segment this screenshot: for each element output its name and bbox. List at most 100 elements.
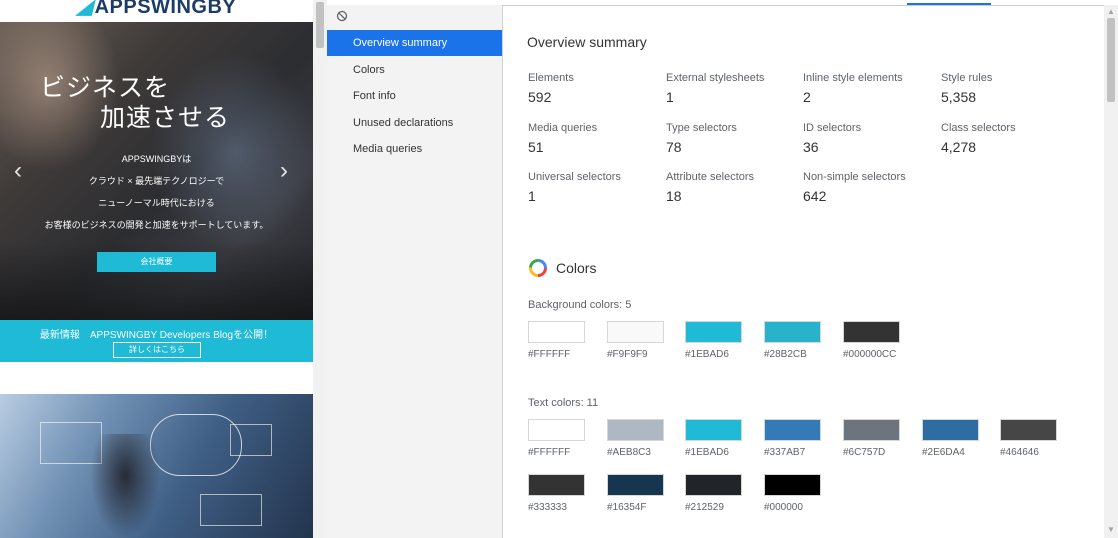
news-text: 最新情報 APPSWINGBY Developers Blogを公開！ (39, 330, 274, 341)
text-colors-label: Text colors: 11 (528, 397, 599, 409)
background-colors-label: Background colors: 5 (528, 299, 632, 311)
color-swatch[interactable] (528, 419, 585, 441)
color-swatch-label: #464646 (1000, 447, 1039, 458)
clear-circle-icon[interactable] (336, 10, 348, 22)
hero-description-line: ニューノーマル時代における (98, 198, 215, 208)
color-swatch[interactable] (685, 419, 742, 441)
stat-value: 5,358 (941, 89, 977, 105)
scroll-up-icon[interactable]: ▲ (1106, 8, 1116, 16)
color-swatch-label: #FFFFFF (528, 447, 571, 458)
overview-summary-title: Overview summary (527, 34, 647, 50)
color-swatch-label: #1EBAD6 (685, 447, 729, 458)
stat-label: Style rules (941, 72, 993, 84)
company-overview-button[interactable]: 会社概要 (97, 252, 216, 272)
color-swatch-label: #16354F (607, 502, 647, 513)
color-swatch[interactable] (843, 321, 900, 343)
stat-value: 36 (803, 139, 819, 155)
color-wheel-icon (529, 259, 547, 277)
color-swatch[interactable] (1000, 419, 1057, 441)
stat-value: 642 (803, 188, 827, 204)
color-swatch-label: #28B2CB (764, 349, 807, 360)
stat-elements: Elements 592 (528, 72, 663, 105)
stat-label: ID selectors (803, 122, 862, 134)
color-swatch[interactable] (607, 474, 664, 496)
diagram-node (200, 494, 262, 526)
stat-value: 51 (528, 139, 544, 155)
stat-label: Elements (528, 72, 574, 84)
color-swatch-label: #333333 (528, 502, 567, 513)
color-swatch-label: #AEB8C3 (607, 447, 651, 458)
stat-attribute-selectors: Attribute selectors 18 (666, 171, 801, 204)
color-swatch[interactable] (528, 474, 585, 496)
stat-value: 1 (666, 89, 674, 105)
panel-scrollbar-thumb[interactable] (1107, 18, 1115, 102)
color-swatch[interactable] (764, 419, 821, 441)
color-swatch-label: #1EBAD6 (685, 349, 729, 360)
color-swatch-label: #000000 (764, 502, 803, 513)
color-swatch[interactable] (685, 321, 742, 343)
color-swatch[interactable] (922, 419, 979, 441)
stat-value: 2 (803, 89, 811, 105)
stat-value: 1 (528, 188, 536, 204)
hero-banner: ビジネスを 加速させる APPSWINGBYは クラウド × 最先端テクノロジー… (0, 22, 313, 320)
news-details-button[interactable]: 詳しくはこちら (113, 342, 201, 358)
sidebar-item-overview-summary[interactable]: Overview summary (327, 30, 502, 56)
colors-section-title: Colors (556, 260, 597, 276)
chevron-right-icon[interactable]: › (280, 159, 298, 183)
color-swatch[interactable] (528, 321, 585, 343)
diagram-node (230, 424, 272, 456)
hero-heading-line2: 加速させる (100, 104, 231, 132)
color-swatch-label: #2E6DA4 (922, 447, 965, 458)
stat-external-stylesheets: External stylesheets 1 (666, 72, 801, 105)
stat-value: 18 (666, 188, 682, 204)
hero-description-line: APPSWINGBYは (121, 154, 192, 164)
site-header: ◢ APPSWINGBY (0, 0, 313, 22)
stat-universal-selectors: Universal selectors 1 (528, 171, 663, 204)
hand-image (90, 434, 160, 538)
stat-non-simple-selectors: Non-simple selectors 642 (803, 171, 938, 204)
stat-label: Attribute selectors (666, 171, 755, 183)
website-scrollbar-thumb[interactable] (316, 2, 324, 48)
color-swatch-label: #FFFFFF (528, 349, 571, 360)
news-bar: 最新情報 APPSWINGBY Developers Blogを公開！ 詳しくは… (0, 320, 313, 362)
stat-label: Universal selectors (528, 171, 621, 183)
stat-media-queries: Media queries 51 (528, 122, 663, 155)
site-logo[interactable]: ◢ APPSWINGBY (0, 0, 313, 19)
color-swatch[interactable] (685, 474, 742, 496)
color-swatch-label: #337AB7 (764, 447, 806, 458)
stat-class-selectors: Class selectors 4,278 (941, 122, 1076, 155)
color-swatch[interactable] (764, 321, 821, 343)
sidebar-item-colors[interactable]: Colors (327, 57, 502, 83)
active-tab-indicator (907, 3, 991, 5)
cloud-diagram-shape (150, 414, 242, 476)
color-swatch-label: #000000CC (843, 349, 897, 360)
stat-value: 78 (666, 139, 682, 155)
stat-type-selectors: Type selectors 78 (666, 122, 801, 155)
stat-value: 4,278 (941, 139, 977, 155)
color-swatch[interactable] (607, 321, 664, 343)
website-scrollbar[interactable] (313, 0, 327, 538)
sidebar-item-unused-declarations[interactable]: Unused declarations (327, 110, 502, 136)
color-swatch[interactable] (607, 419, 664, 441)
stat-value: 592 (528, 89, 552, 105)
color-swatch-label: #6C757D (843, 447, 886, 458)
stat-inline-style-elements: Inline style elements 2 (803, 72, 938, 105)
stat-label: Inline style elements (803, 72, 903, 84)
scroll-down-icon[interactable]: ▼ (1106, 526, 1116, 534)
color-swatch-label: #212529 (685, 502, 724, 513)
stat-label: External stylesheets (666, 72, 765, 84)
website-preview: ◢ APPSWINGBY ビジネスを 加速させる APPSWINGBYは クラウド… (0, 0, 313, 538)
cloud-technology-image (0, 394, 313, 538)
color-swatch[interactable] (764, 474, 821, 496)
hero-description: APPSWINGBYは クラウド × 最先端テクノロジーで ニューノーマル時代に… (30, 148, 283, 236)
stat-label: Type selectors (666, 122, 737, 134)
chevron-left-icon[interactable]: ‹ (14, 159, 32, 183)
stat-style-rules: Style rules 5,358 (941, 72, 1076, 105)
sidebar-item-font-info[interactable]: Font info (327, 83, 502, 109)
stat-id-selectors: ID selectors 36 (803, 122, 938, 155)
color-swatch[interactable] (843, 419, 900, 441)
stat-label: Non-simple selectors (803, 171, 906, 183)
hero-description-line: お客様のビジネスの開発と加速をサポートしています。 (44, 220, 269, 230)
stat-label: Class selectors (941, 122, 1016, 134)
sidebar-item-media-queries[interactable]: Media queries (327, 136, 502, 162)
